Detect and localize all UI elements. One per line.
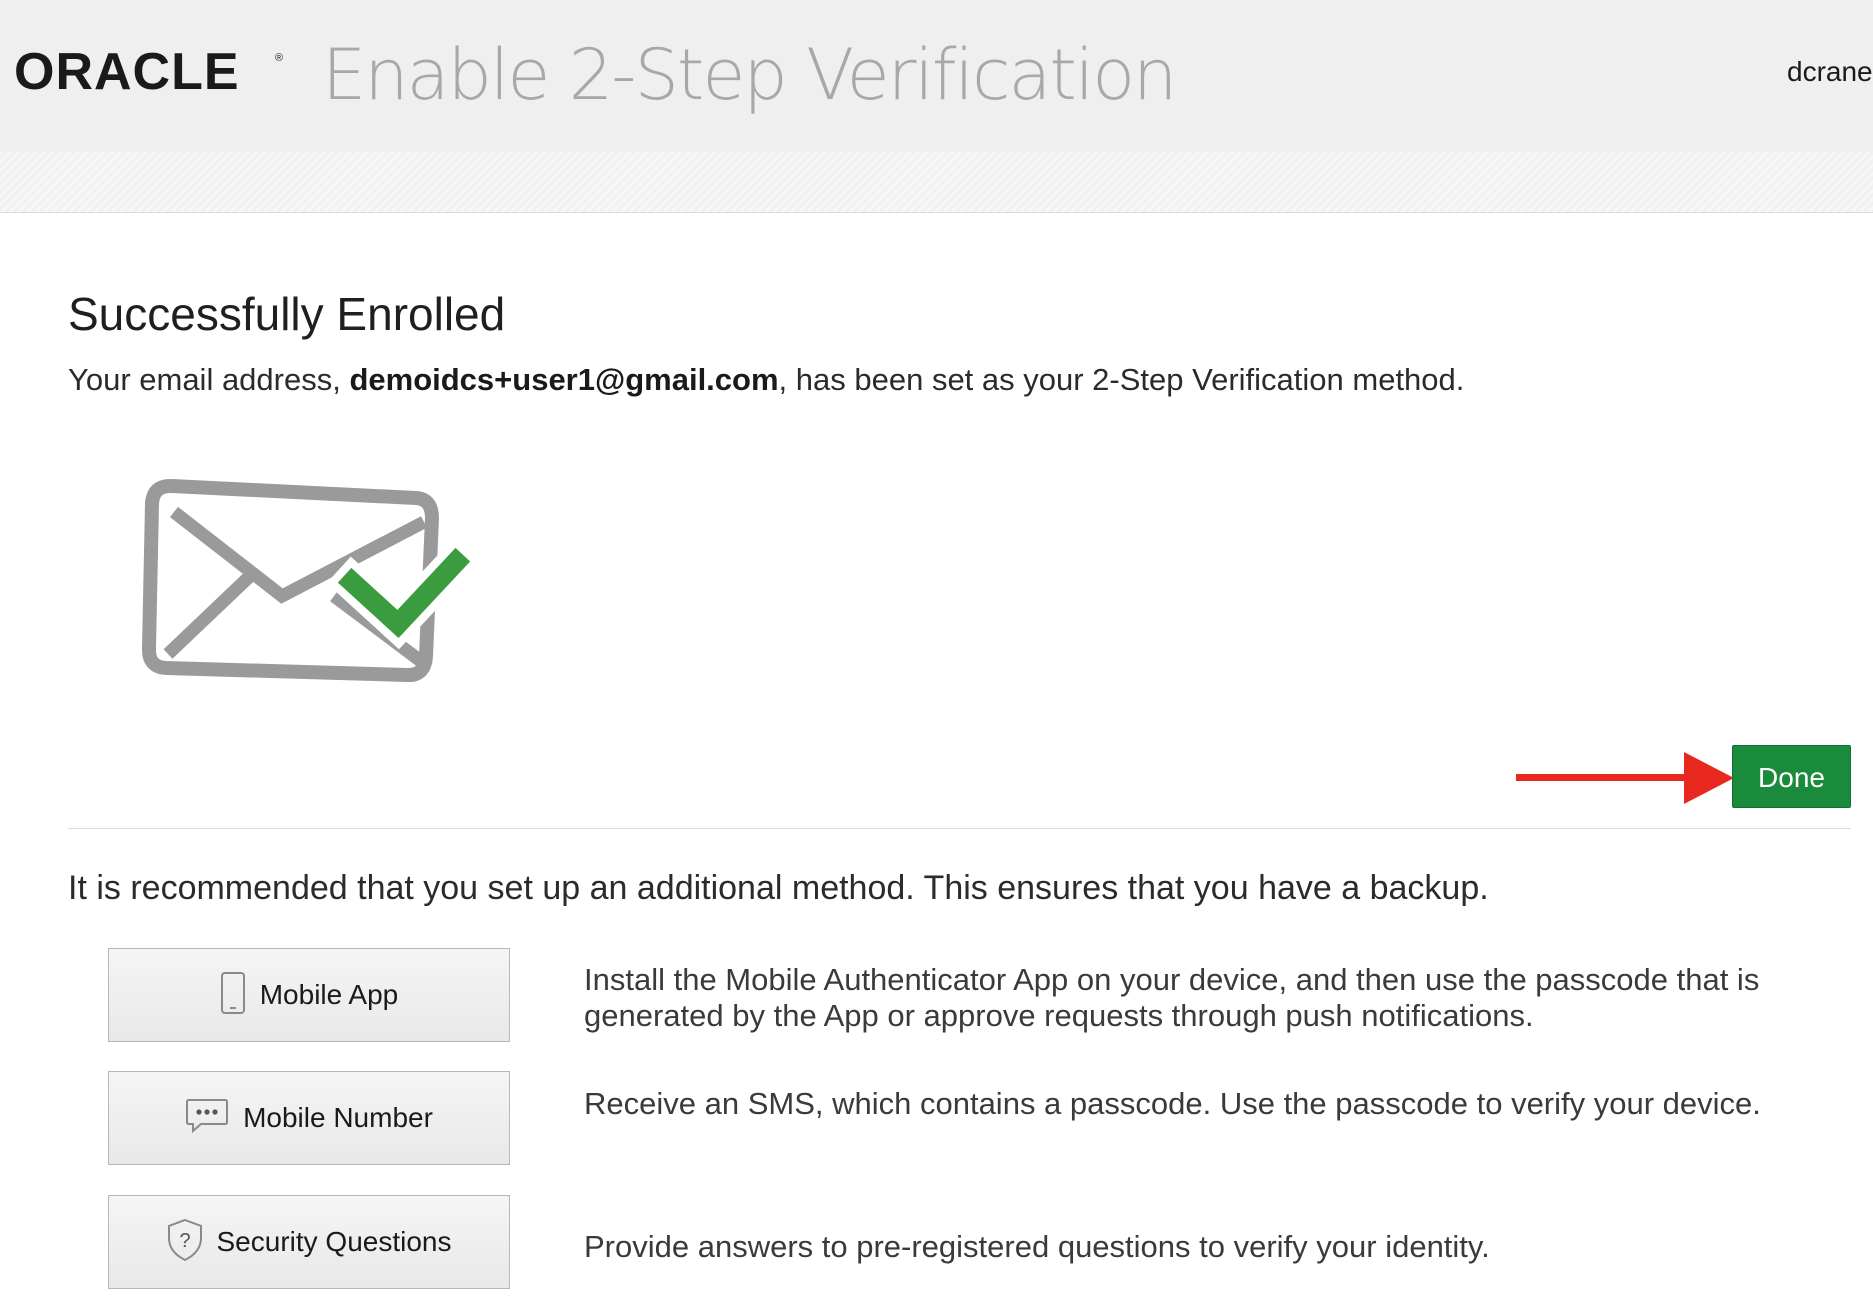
- success-message-suffix: , has been set as your 2-Step Verificati…: [778, 362, 1465, 397]
- mobile-number-label: Mobile Number: [243, 1102, 433, 1133]
- chat-bubble-icon: [185, 1098, 229, 1139]
- oracle-logo[interactable]: ORACLE: [14, 44, 240, 100]
- envelope-icon: [141, 478, 439, 683]
- page: ORACLE ® Enable 2-Step Verification dcra…: [0, 0, 1873, 1313]
- logo-registered-mark: ®: [275, 52, 284, 64]
- svg-text:?: ?: [179, 1230, 190, 1252]
- security-questions-label: Security Questions: [216, 1226, 452, 1257]
- mobile-app-button[interactable]: Mobile App: [108, 948, 510, 1042]
- success-message-prefix: Your email address,: [68, 362, 350, 397]
- done-button[interactable]: Done: [1732, 745, 1851, 808]
- mobile-app-label: Mobile App: [259, 979, 399, 1010]
- header-subband: [0, 152, 1873, 213]
- recommendation-text: It is recommended that you set up an add…: [68, 869, 1489, 907]
- user-menu[interactable]: dcrane: [1787, 56, 1873, 88]
- shield-question-icon: ?: [167, 1218, 203, 1267]
- mobile-number-description: Receive an SMS, which contains a passcod…: [584, 1086, 1761, 1121]
- mobile-phone-icon: [220, 971, 246, 1020]
- app-header: ORACLE ® Enable 2-Step Verification dcra…: [0, 0, 1873, 152]
- envelope-checkmark-icon: [141, 478, 470, 683]
- security-questions-button[interactable]: ? Security Questions: [108, 1195, 510, 1289]
- success-message: Your email address, demoidcs+user1@gmail…: [68, 360, 1464, 400]
- success-heading: Successfully Enrolled: [68, 288, 506, 340]
- red-arrow-icon: [1516, 752, 1734, 804]
- security-questions-description: Provide answers to pre-registered questi…: [584, 1229, 1490, 1264]
- mobile-app-description: Install the Mobile Authenticator App on …: [584, 962, 1760, 1033]
- mobile-number-button[interactable]: Mobile Number: [108, 1071, 510, 1165]
- enrolled-email: demoidcs+user1@gmail.com: [349, 362, 779, 397]
- section-divider: [68, 828, 1851, 829]
- page-title: Enable 2-Step Verification: [322, 34, 1177, 116]
